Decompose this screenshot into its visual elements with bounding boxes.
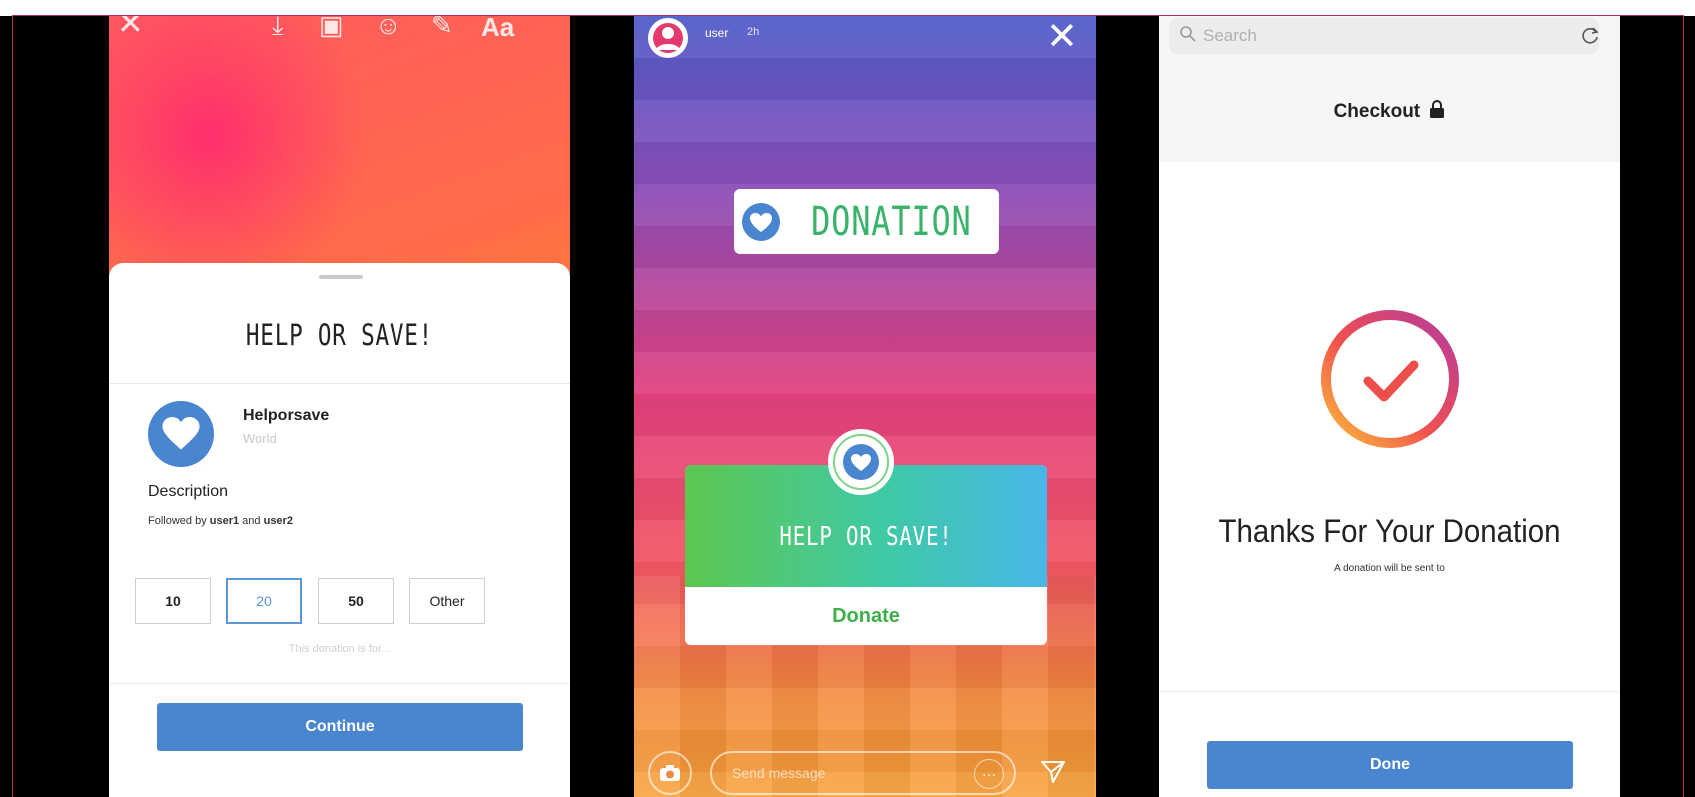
donation-sticker-tag[interactable]: DONATION: [734, 189, 999, 254]
amount-option-10[interactable]: 10: [135, 578, 211, 624]
org-avatar: [148, 401, 214, 467]
org-name: Helporsave: [243, 407, 330, 424]
sticker-icon[interactable]: ▣: [319, 16, 344, 38]
success-check-icon: [1321, 310, 1459, 448]
sheet-title: HELP OR SAVE!: [245, 318, 434, 352]
screen-checkout-complete: Search Checkout Thanks For Your Donation…: [1159, 16, 1620, 797]
donation-tag-label: DONATION: [811, 198, 972, 245]
search-bar[interactable]: Search: [1169, 18, 1599, 54]
camera-button[interactable]: [648, 751, 692, 795]
donation-sheet: HELP OR SAVE! Helporsave World Descripti…: [109, 263, 570, 797]
download-icon[interactable]: ⤓: [272, 16, 284, 38]
heart-icon: [843, 444, 879, 480]
search-icon: [1180, 26, 1196, 42]
camera-icon: [660, 765, 680, 781]
story-editor-toolbar: ✕ ⤓ ▣ ☺ ✎ Aa: [109, 16, 570, 52]
sheet-handle[interactable]: [319, 275, 363, 279]
lock-icon: [1430, 100, 1445, 118]
frame-border-left: [12, 15, 13, 797]
thanks-subtitle: A donation will be sent to: [1334, 563, 1445, 574]
followed-by-text: Followed by user1 and user2: [148, 515, 293, 527]
amount-option-other[interactable]: Other: [409, 578, 485, 624]
story-time: 2h: [747, 26, 760, 38]
close-icon[interactable]: ✕: [117, 16, 144, 39]
donate-button[interactable]: Donate: [685, 587, 1047, 645]
heart-badge-icon: [742, 202, 781, 241]
divider: [109, 683, 570, 684]
top-white-strip: [0, 0, 1695, 16]
org-subtitle: World: [243, 431, 277, 446]
amount-option-20[interactable]: 20: [226, 578, 302, 624]
continue-button[interactable]: Continue: [157, 703, 523, 751]
amount-option-50[interactable]: 50: [318, 578, 394, 624]
done-button[interactable]: Done: [1207, 741, 1573, 789]
user-silhouette-icon: [656, 27, 680, 50]
send-message-input[interactable]: Send message ···: [710, 751, 1016, 795]
face-icon[interactable]: ☺: [375, 16, 402, 38]
reload-icon[interactable]: [1579, 25, 1601, 47]
screen-create-donation: ✕ ⤓ ▣ ☺ ✎ Aa HELP OR SAVE! Helporsave Wo…: [109, 16, 570, 797]
donation-note: This donation is for...: [288, 643, 391, 655]
search-input[interactable]: Search: [1203, 26, 1257, 46]
send-icon[interactable]: [1040, 759, 1066, 790]
heart-icon: [162, 417, 200, 450]
background-glow: [109, 16, 369, 296]
thanks-title: Thanks For Your Donation: [1218, 513, 1561, 549]
description-label: Description: [148, 483, 229, 500]
avatar[interactable]: [648, 18, 688, 58]
checkout-title-label: Checkout: [1333, 101, 1421, 122]
close-icon[interactable]: ✕: [1046, 18, 1078, 56]
card-heart-ring: [833, 434, 889, 490]
story-username[interactable]: user: [705, 26, 728, 40]
card-heart-badge: [828, 429, 894, 495]
divider: [1159, 691, 1620, 692]
card-title: HELP OR SAVE!: [779, 522, 953, 552]
story-reply-bar: Send message ···: [634, 751, 1096, 797]
draw-icon[interactable]: ✎: [431, 16, 453, 38]
checkout-title: Checkout: [1159, 100, 1620, 123]
divider: [109, 383, 570, 384]
checkout-header: Search Checkout: [1159, 16, 1620, 162]
text-tool-icon[interactable]: Aa: [481, 16, 514, 40]
message-placeholder: Send message: [732, 765, 826, 781]
frame-border-right: [1683, 15, 1684, 797]
screen-story-view: user 2h ✕ DONATION HELP OR SAVE! Donate …: [634, 16, 1096, 797]
more-options-icon[interactable]: ···: [974, 759, 1004, 789]
